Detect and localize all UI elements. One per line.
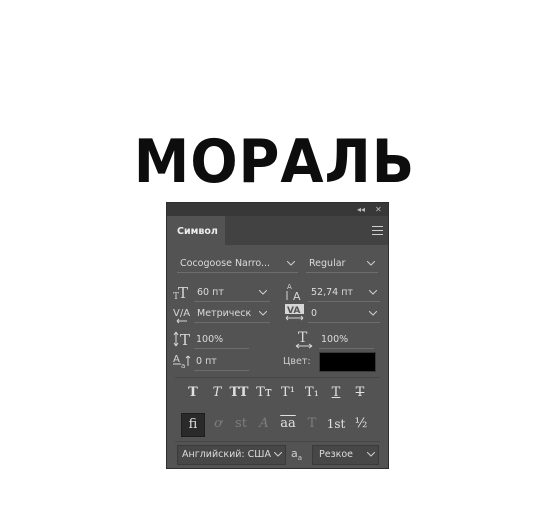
stylistic-alternates-button[interactable]: aa [277, 413, 299, 435]
all-caps-button[interactable]: TT [229, 383, 249, 403]
svg-text:A: A [287, 283, 292, 291]
superscript-button[interactable]: T¹ [278, 383, 298, 403]
tracking-value: 0 [311, 308, 318, 319]
panel-titlebar[interactable]: ◂◂ ✕ [167, 203, 388, 216]
divider [175, 441, 380, 442]
vertical-scale-icon: T [173, 330, 191, 349]
chevron-down-icon [258, 305, 268, 322]
tab-character[interactable]: Символ [167, 216, 225, 245]
font-size-icon: TT [173, 284, 191, 302]
antialias-icon: aa [291, 447, 303, 463]
faux-italic-button[interactable]: T [207, 383, 227, 403]
svg-text:T: T [180, 331, 190, 348]
chevron-down-icon [366, 255, 376, 272]
panel-menu-icon[interactable] [372, 226, 383, 235]
vertical-scale-value: 100% [196, 334, 224, 345]
discretionary-ligatures-button[interactable]: st [230, 413, 252, 435]
svg-text:V/A: V/A [173, 308, 190, 319]
vertical-scale-input[interactable]: 100% [194, 331, 249, 349]
color-label: Цвет: [283, 356, 311, 367]
tracking-dropdown[interactable]: 0 [308, 305, 380, 323]
font-size-input[interactable]: 60 пт [194, 284, 270, 302]
faux-bold-button[interactable]: T [183, 383, 203, 403]
chevron-down-icon [273, 446, 283, 463]
chevron-down-icon [368, 305, 378, 322]
collapse-icon[interactable]: ◂◂ [357, 203, 365, 216]
antialias-value: Резкое [319, 449, 354, 460]
chevron-down-icon [366, 446, 376, 463]
svg-text:a: a [181, 362, 185, 370]
kerning-icon: V/A [173, 306, 191, 324]
strikethrough-button[interactable]: T [350, 383, 370, 403]
kerning-value: Метрическ [197, 308, 252, 319]
svg-text:T: T [298, 330, 308, 346]
font-style-dropdown[interactable]: Regular [306, 255, 378, 273]
subscript-button[interactable]: T₁ [302, 383, 322, 403]
leading-value: 52,74 пт [311, 287, 353, 298]
standard-ligatures-button[interactable]: fi [181, 413, 205, 437]
font-size-value: 60 пт [197, 287, 224, 298]
chevron-down-icon [368, 284, 378, 301]
horizontal-scale-value: 100% [321, 334, 349, 345]
character-panel: ◂◂ ✕ Символ Cocogoose Narro... Regular T… [167, 203, 388, 468]
baseline-shift-icon: Aa [173, 352, 191, 370]
titling-alternates-button[interactable]: T [301, 413, 323, 435]
close-icon[interactable]: ✕ [375, 203, 382, 216]
divider [175, 377, 380, 378]
font-family-dropdown[interactable]: Cocogoose Narro... [177, 255, 298, 273]
language-dropdown[interactable]: Английский: США [177, 445, 286, 465]
swash-button[interactable]: A [253, 413, 275, 435]
svg-text:A: A [173, 354, 180, 365]
kerning-dropdown[interactable]: Метрическ [194, 305, 270, 323]
small-caps-button[interactable]: Tт [254, 383, 274, 403]
horizontal-scale-icon: T [295, 329, 313, 349]
antialias-dropdown[interactable]: Резкое [312, 445, 379, 465]
font-style-value: Regular [309, 258, 346, 269]
font-family-value: Cocogoose Narro... [180, 258, 271, 269]
horizontal-scale-input[interactable]: 100% [319, 331, 374, 349]
leading-icon: AA [285, 282, 303, 303]
language-value: Английский: США [182, 449, 271, 460]
panel-tab-row: Символ [167, 216, 388, 245]
svg-text:T: T [178, 284, 188, 301]
baseline-shift-input[interactable]: 0 пт [194, 353, 249, 371]
svg-text:A: A [293, 290, 301, 302]
baseline-shift-value: 0 пт [196, 356, 217, 367]
svg-text:VA: VA [287, 306, 300, 316]
contextual-alternates-button[interactable]: ơ [207, 413, 229, 435]
chevron-down-icon [286, 255, 296, 272]
ordinals-button[interactable]: 1st [325, 413, 347, 435]
leading-input[interactable]: 52,74 пт [308, 284, 380, 302]
chevron-down-icon [258, 284, 268, 301]
underline-button[interactable]: T [326, 383, 346, 403]
color-swatch[interactable] [319, 352, 376, 372]
fractions-button[interactable]: ½ [350, 413, 372, 435]
tracking-icon: VA [285, 304, 304, 321]
canvas-heading: МОРАЛЬ [133, 127, 416, 197]
